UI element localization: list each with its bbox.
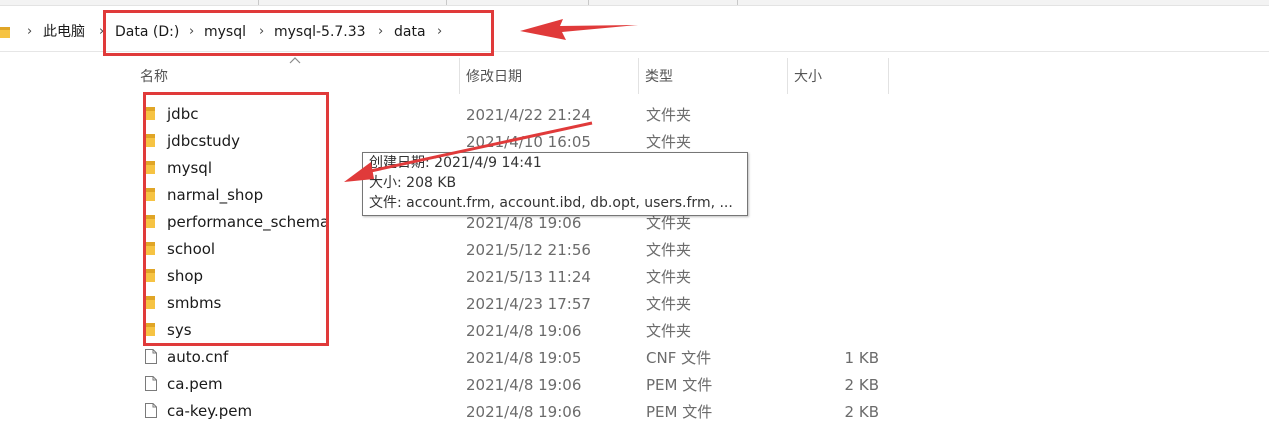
annotation-arrow-breadcrumb (520, 19, 638, 40)
annotation-arrow-line (365, 121, 593, 174)
annotation-arrows (344, 19, 638, 182)
annotation-arrow-folders (344, 162, 374, 182)
